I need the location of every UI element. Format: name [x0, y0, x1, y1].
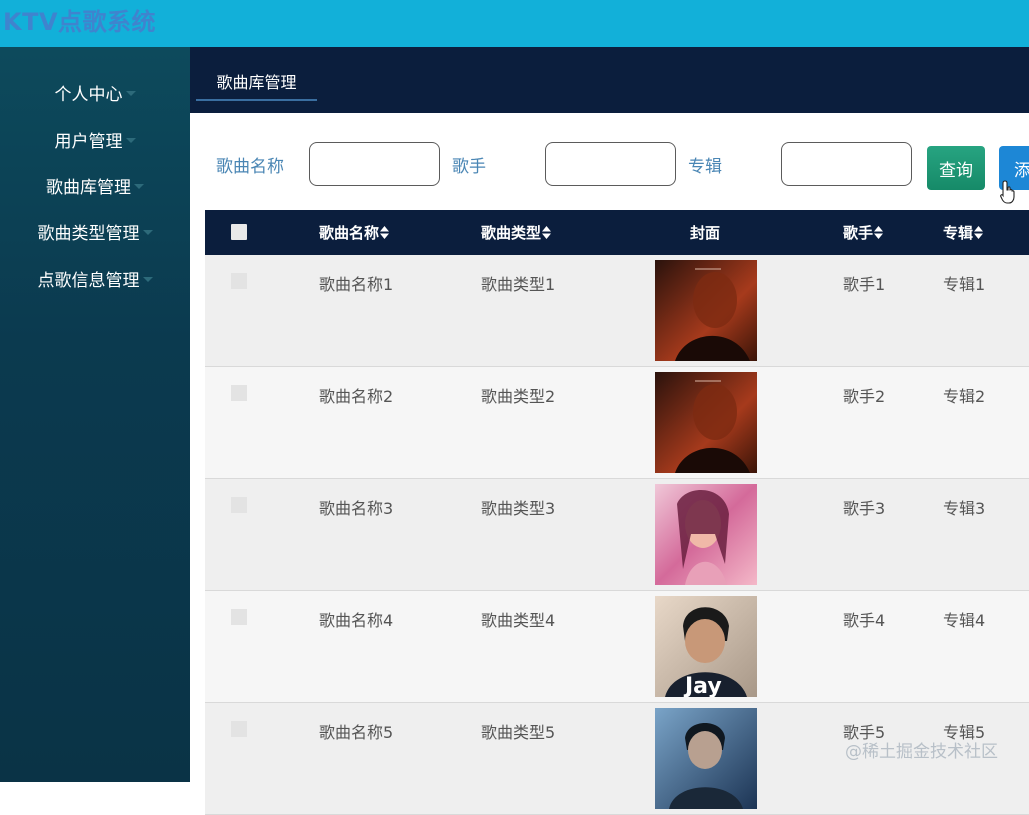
column-header-album[interactable]: 专辑 [943, 210, 984, 255]
song-name-cell: 歌曲名称2 [319, 387, 394, 406]
cover-title-text: Jay [683, 674, 722, 697]
row-checkbox[interactable] [231, 273, 247, 289]
table-row[interactable]: 歌曲名称4 歌曲类型4 Jay 歌手4 专辑4 [205, 591, 1029, 703]
row-checkbox[interactable] [231, 721, 247, 737]
song-type-cell: 歌曲类型5 [481, 723, 556, 742]
sidebar-item-label: 歌曲库管理 [46, 177, 131, 198]
hand-pointer-icon [1000, 180, 1015, 204]
album-cell: 专辑3 [943, 499, 986, 518]
singer-cell: 歌手2 [843, 387, 886, 406]
table-header: 歌曲名称 歌曲类型 封面 歌手 专辑 [205, 210, 1029, 255]
table-row[interactable]: 歌曲名称1 歌曲类型1 歌手1 专辑1 [205, 255, 1029, 367]
select-all-checkbox[interactable] [231, 224, 247, 240]
sidebar-item-song-library[interactable]: 歌曲库管理 [0, 165, 190, 205]
sort-icon [874, 226, 884, 239]
sidebar-item-user-management[interactable]: 用户管理 [0, 119, 190, 159]
sort-icon [974, 226, 984, 239]
sidebar-item-label: 个人中心 [54, 84, 123, 105]
song-table: 歌曲名称 歌曲类型 封面 歌手 专辑 歌曲名称1 歌曲类型1 歌手1 专辑1 歌… [205, 210, 1029, 815]
singer-cell: 歌手3 [843, 499, 886, 518]
query-button[interactable]: 查询 [927, 146, 985, 190]
singer-label: 歌手 [452, 157, 486, 177]
singer-input[interactable] [545, 142, 676, 186]
row-checkbox[interactable] [231, 609, 247, 625]
caret-down-icon [142, 229, 153, 235]
column-header-singer[interactable]: 歌手 [843, 210, 884, 255]
column-header-song-name[interactable]: 歌曲名称 [319, 210, 390, 255]
album-cover-image [655, 372, 757, 473]
album-label: 专辑 [688, 157, 722, 177]
column-header-cover: 封面 [690, 224, 721, 242]
album-cover-image: Jay [655, 596, 757, 697]
album-cover-image [655, 260, 757, 361]
song-name-label: 歌曲名称 [216, 157, 284, 177]
app-title: KTV点歌系统 [3, 8, 157, 36]
song-name-cell: 歌曲名称5 [319, 723, 394, 742]
song-name-cell: 歌曲名称1 [319, 275, 394, 294]
song-type-cell: 歌曲类型3 [481, 499, 556, 518]
watermark: @稀土掘金技术社区 [845, 742, 998, 762]
sort-icon [542, 226, 552, 239]
song-name-cell: 歌曲名称4 [319, 611, 394, 630]
song-type-cell: 歌曲类型4 [481, 611, 556, 630]
sidebar-item-label: 用户管理 [54, 131, 123, 152]
row-checkbox[interactable] [231, 385, 247, 401]
sidebar-item-song-request[interactable]: 点歌信息管理 [0, 258, 190, 298]
top-bar: KTV点歌系统 [0, 0, 1029, 47]
caret-down-icon [142, 276, 153, 282]
singer-cell: 歌手1 [843, 275, 886, 294]
song-name-input[interactable] [309, 142, 440, 186]
album-input[interactable] [781, 142, 912, 186]
tab-song-library[interactable]: 歌曲库管理 [196, 62, 317, 101]
row-checkbox[interactable] [231, 497, 247, 513]
song-type-cell: 歌曲类型1 [481, 275, 556, 294]
table-row[interactable]: 歌曲名称3 歌曲类型3 歌手3 专辑3 [205, 479, 1029, 591]
caret-down-icon [125, 90, 136, 96]
caret-down-icon [125, 137, 136, 143]
album-cover-image [655, 708, 757, 809]
table-row[interactable]: 歌曲名称2 歌曲类型2 歌手2 专辑2 [205, 367, 1029, 479]
caret-down-icon [134, 183, 144, 189]
sidebar-item-personal-center[interactable]: 个人中心 [0, 72, 190, 112]
sort-icon [380, 226, 390, 239]
singer-cell: 歌手4 [843, 611, 886, 630]
album-cover-image [655, 484, 757, 585]
album-cell: 专辑2 [943, 387, 986, 406]
sidebar-item-label: 点歌信息管理 [37, 270, 140, 291]
sidebar-item-label: 歌曲类型管理 [37, 223, 140, 244]
album-cell: 专辑4 [943, 611, 986, 630]
song-name-cell: 歌曲名称3 [319, 499, 394, 518]
sidebar-item-song-type[interactable]: 歌曲类型管理 [0, 211, 190, 251]
album-cell: 专辑1 [943, 275, 986, 294]
song-type-cell: 歌曲类型2 [481, 387, 556, 406]
column-header-song-type[interactable]: 歌曲类型 [481, 210, 552, 255]
